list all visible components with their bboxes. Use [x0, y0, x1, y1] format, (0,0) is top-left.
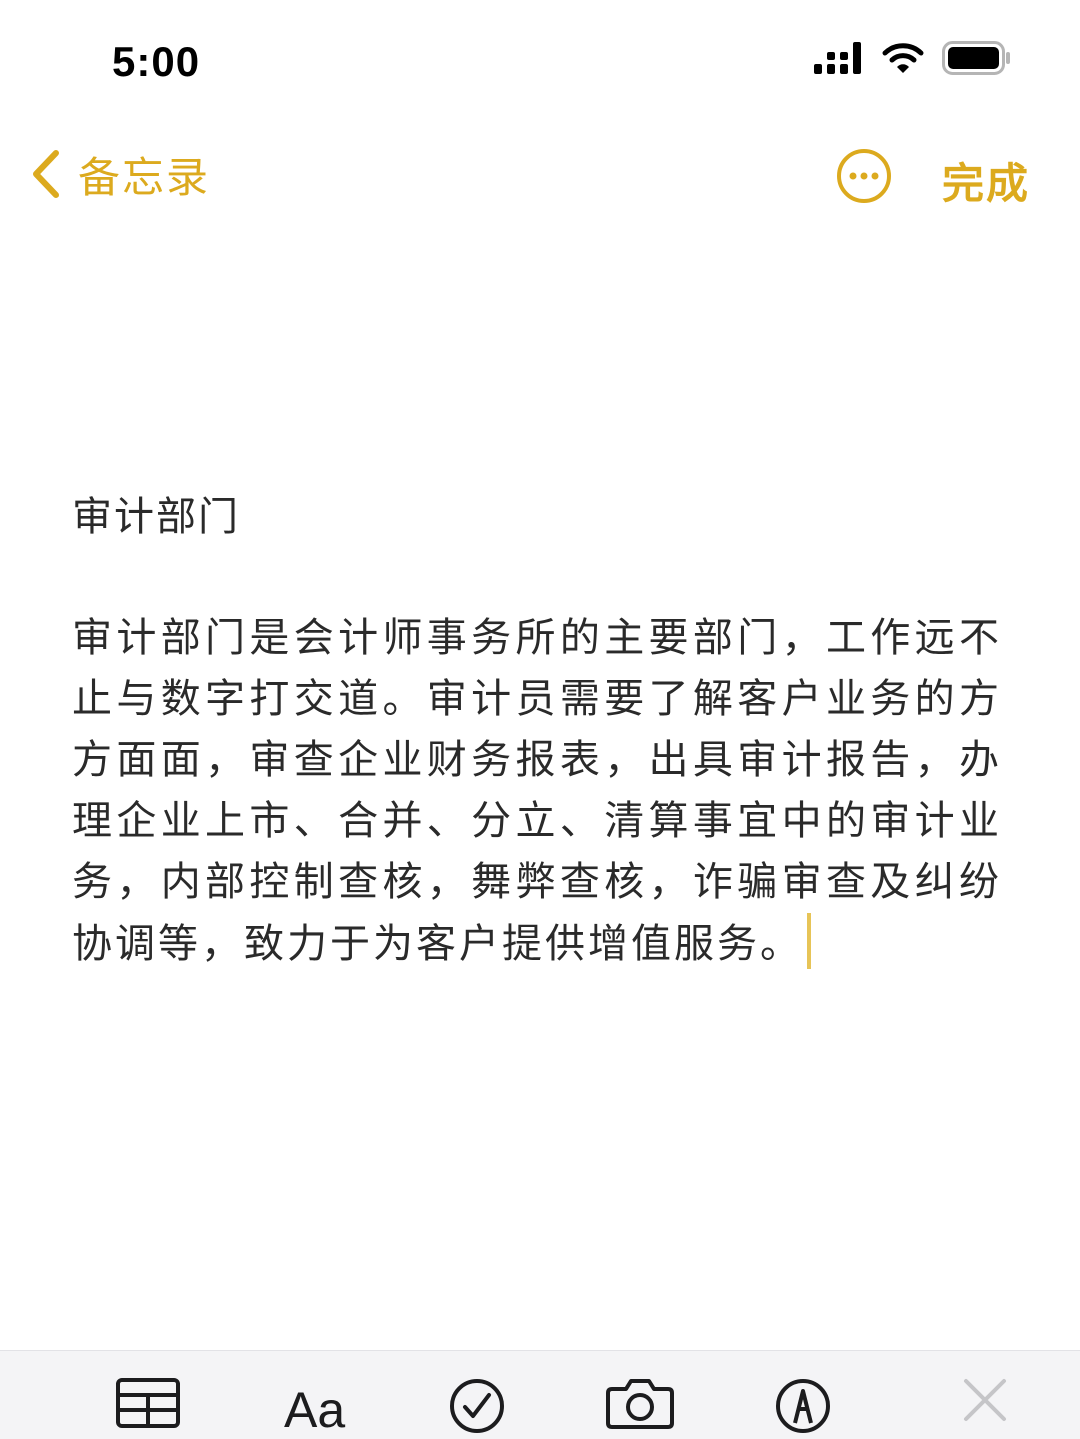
- checklist-icon[interactable]: [448, 1377, 506, 1435]
- wifi-icon: [882, 43, 924, 73]
- nav-bar: 备忘录 完成: [0, 130, 1080, 220]
- back-label: 备忘录: [78, 152, 211, 202]
- camera-icon[interactable]: [606, 1377, 674, 1431]
- close-icon[interactable]: [962, 1377, 1008, 1423]
- status-time: 5:00: [112, 38, 201, 85]
- notes-screen: 5:00 备忘录 完成 审计部门 审计部门是会计师事务所的主要部门，工作远不止与…: [0, 0, 1080, 1439]
- back-button[interactable]: 备忘录: [30, 144, 210, 204]
- cellular-signal-icon: [814, 42, 861, 74]
- note-body-text: 审计部门是会计师事务所的主要部门，工作远不止与数字打交道。审计员需要了解客户业务…: [72, 615, 1002, 967]
- battery-icon: [942, 41, 1010, 75]
- status-bar: 5:00: [0, 0, 1080, 120]
- text-cursor: [807, 913, 811, 969]
- bottom-toolbar: Aa: [0, 1350, 1080, 1439]
- markup-icon[interactable]: [774, 1377, 832, 1435]
- text-format-icon[interactable]: Aa: [284, 1381, 345, 1439]
- note-title[interactable]: 审计部门: [72, 486, 1002, 548]
- note-paragraph[interactable]: 审计部门是会计师事务所的主要部门，工作远不止与数字打交道。审计员需要了解客户业务…: [72, 608, 1002, 975]
- note-editor[interactable]: 审计部门 审计部门是会计师事务所的主要部门，工作远不止与数字打交道。审计员需要了…: [72, 486, 1002, 975]
- chevron-left-icon: [33, 150, 59, 198]
- status-icons: [814, 40, 1012, 76]
- more-options-icon[interactable]: [836, 148, 892, 204]
- done-button[interactable]: 完成: [942, 150, 1030, 211]
- table-icon[interactable]: [116, 1377, 180, 1429]
